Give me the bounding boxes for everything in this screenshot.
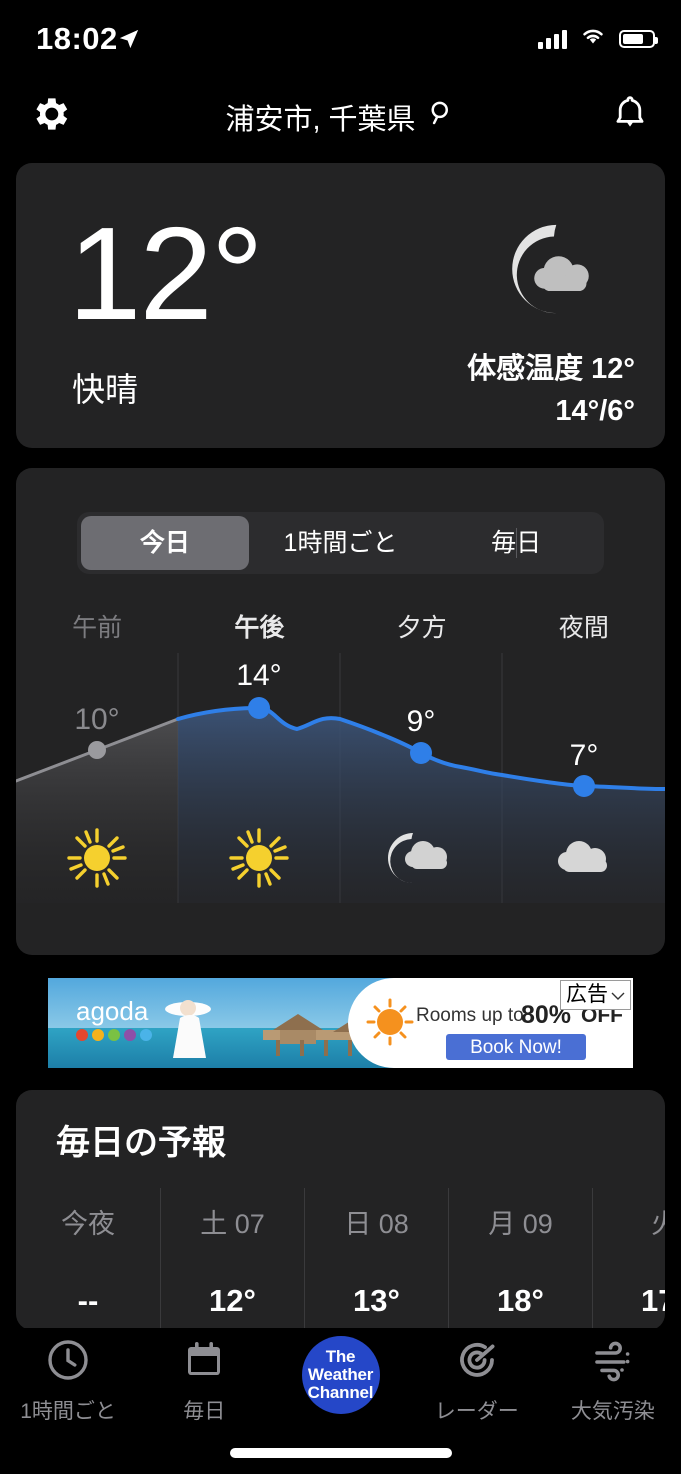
wifi-icon: [579, 26, 607, 51]
status-bar: 18:02: [0, 0, 681, 72]
logo-line-2: Weather: [307, 1365, 374, 1385]
daily-column-mon09[interactable]: 月 09 18° 12°: [448, 1188, 592, 1330]
location-title[interactable]: 浦安市, 千葉県: [0, 96, 681, 138]
tab-daily-label: 毎日: [183, 1400, 226, 1423]
daily-high-temp: 18°: [497, 1283, 544, 1318]
advertisement-banner[interactable]: agoda Rooms up to 80% OFF Book Now! 広告: [48, 978, 633, 1068]
app-header: 浦安市, 千葉県: [0, 92, 681, 154]
radar-icon: [453, 1336, 501, 1389]
tab-daily[interactable]: 毎日: [432, 516, 600, 570]
chart-label-overnight: 7°: [569, 739, 599, 772]
location-title-text: 浦安市, 千葉県: [225, 104, 416, 136]
weather-app-screen: 18:02 浦安市, 千葉県 12° 快晴 体感温度 12° 14°/6° 今日…: [0, 0, 681, 1474]
daily-column-tue10[interactable]: 火 17° 14°: [592, 1188, 665, 1330]
segment-divider: [516, 528, 518, 558]
tab-hourly[interactable]: 1時間ごと: [257, 516, 425, 570]
daily-day-label: 火: [651, 1209, 665, 1239]
feels-like-block: 体感温度 12° 14°/6°: [467, 348, 635, 432]
ad-creative: agoda Rooms up to 80% OFF Book Now!: [48, 978, 633, 1068]
forecast-segmented-control[interactable]: 今日 1時間ごと 毎日: [77, 512, 604, 574]
bottom-navigation-bar: 1時間ごと 毎日 The Weather Channel レーダー 大気汚染: [0, 1328, 681, 1474]
daily-forecast-title: 毎日の予報: [56, 1124, 226, 1162]
ad-badge-label: 広告: [566, 983, 608, 1006]
chart-condition-icons: [16, 813, 665, 903]
chart-label-morning: 10°: [74, 703, 120, 736]
sun-icon: [178, 813, 340, 903]
hi-lo-text: 14°/6°: [555, 395, 635, 428]
tab-radar[interactable]: レーダー: [409, 1336, 545, 1438]
cloud-icon: [503, 813, 665, 903]
daily-high-temp: 12°: [209, 1283, 256, 1318]
calendar-icon: [180, 1336, 228, 1389]
today-forecast-card: 今日 1時間ごと 毎日 午前 午後 夕方 夜間 10° 14° 9° 7°: [16, 468, 665, 955]
daily-day-label: 月 09: [488, 1209, 553, 1239]
status-bar-time: 18:02: [36, 21, 118, 56]
daily-column-sun08[interactable]: 日 08 13° 9°: [304, 1188, 448, 1330]
daily-high-temp: --: [77, 1283, 99, 1318]
daily-high-temp: 13°: [353, 1283, 400, 1318]
daily-day-label: 土 07: [200, 1209, 265, 1239]
current-condition-phrase: 快晴: [72, 371, 138, 408]
home-indicator[interactable]: [229, 1448, 452, 1458]
svg-text:Rooms up to: Rooms up to: [416, 1005, 524, 1026]
tab-hourly[interactable]: 1時間ごと: [0, 1336, 136, 1438]
daily-forecast-card: 毎日の予報 今夜 -- 6° 土 07 12° 7° 日 08 13° 9° 月…: [16, 1090, 665, 1330]
search-icon[interactable]: [426, 98, 456, 136]
daily-day-label: 今夜: [61, 1209, 115, 1239]
chevron-down-icon: [611, 983, 625, 1007]
bell-icon[interactable]: [609, 92, 651, 139]
chart-point-labels: 10° 14° 9° 7°: [16, 653, 665, 773]
daily-day-label: 日 08: [344, 1209, 409, 1239]
wind-air-quality-icon: [589, 1336, 637, 1389]
tab-radar-label: レーダー: [434, 1400, 519, 1423]
tab-hourly-label: 1時間ごと: [20, 1400, 116, 1423]
moon-cloud-icon: [489, 211, 605, 332]
moon-cloud-icon: [341, 813, 503, 903]
tab-air-quality[interactable]: 大気汚染: [545, 1336, 681, 1438]
current-temperature: 12°: [68, 200, 264, 347]
clock-icon: [44, 1336, 92, 1389]
chart-dot-overnight: [573, 775, 595, 797]
daily-forecast-row[interactable]: 今夜 -- 6° 土 07 12° 7° 日 08 13° 9° 月 09 18…: [16, 1188, 665, 1330]
ad-disclosure-badge[interactable]: 広告: [560, 980, 631, 1011]
tab-today[interactable]: 今日: [81, 516, 249, 570]
location-arrow-icon: [118, 28, 140, 55]
battery-icon: [619, 29, 658, 48]
logo-line-1: The: [325, 1347, 356, 1367]
cellular-signal-icon: [538, 29, 567, 49]
daily-column-sat07[interactable]: 土 07 12° 7°: [160, 1188, 304, 1330]
today-temperature-chart: 10° 14° 9° 7°: [16, 653, 665, 953]
daily-column-tonight[interactable]: 今夜 -- 6°: [16, 1188, 160, 1330]
svg-text:agoda: agoda: [76, 996, 149, 1026]
tab-air-quality-label: 大気汚染: [570, 1400, 655, 1423]
chart-label-afternoon: 14°: [236, 659, 282, 692]
logo-line-3: Channel: [307, 1382, 374, 1402]
feels-like-text: 体感温度 12°: [467, 353, 635, 385]
svg-text:Book Now!: Book Now!: [470, 1037, 562, 1058]
tab-daily[interactable]: 毎日: [136, 1336, 272, 1438]
sun-icon: [16, 813, 178, 903]
current-conditions-card[interactable]: 12° 快晴 体感温度 12° 14°/6°: [16, 163, 665, 448]
tab-weather-channel-home[interactable]: The Weather Channel: [272, 1336, 408, 1438]
weather-channel-logo: The Weather Channel: [301, 1336, 380, 1414]
daily-high-temp: 17°: [641, 1283, 665, 1318]
chart-label-evening: 9°: [406, 705, 436, 738]
